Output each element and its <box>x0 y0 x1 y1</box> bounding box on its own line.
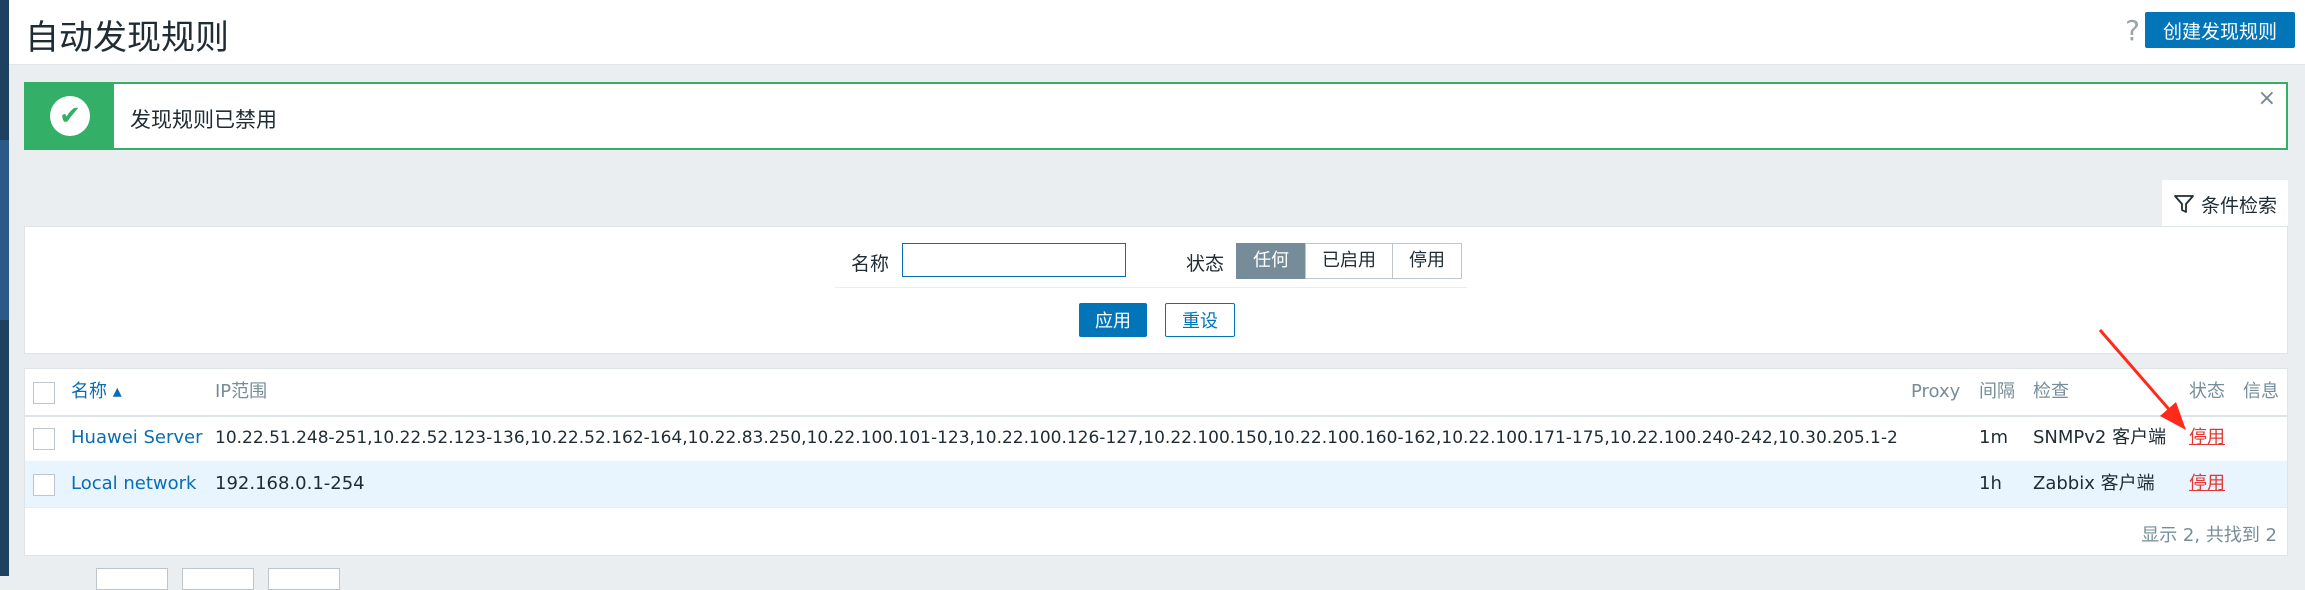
discovery-rules-table: 名称 ▴ IP范围 Proxy 间隔 检查 状态 信息 Huawei Serve… <box>24 368 2288 556</box>
close-icon[interactable]: × <box>2258 86 2276 111</box>
message-icon-box: ✔ <box>26 84 114 148</box>
help-icon[interactable]: ? <box>2125 14 2140 47</box>
rule-name-link[interactable]: Local network <box>71 461 196 507</box>
column-header-proxy: Proxy <box>1911 381 1961 402</box>
filter-tab-label: 条件检索 <box>2200 194 2277 217</box>
interval: 1m <box>1979 427 2008 448</box>
success-message: ✔ 发现规则已禁用 × <box>24 82 2288 150</box>
ip-range: 192.168.0.1-254 <box>215 473 365 494</box>
column-header-status: 状态 <box>2189 381 2225 402</box>
row-checkbox[interactable] <box>33 474 55 496</box>
column-header-checks: 检查 <box>2033 381 2069 402</box>
pagination-button[interactable] <box>96 568 168 590</box>
page-header: 自动发现规则 ? 创建发现规则 <box>9 0 2305 65</box>
table-footer-count: 显示 2, 共找到 2 <box>2141 525 2277 546</box>
filter-icon <box>2174 195 2194 213</box>
column-header-ip: IP范围 <box>215 381 268 402</box>
status-toggle-link[interactable]: 停用 <box>2189 461 2225 507</box>
column-header-interval: 间隔 <box>1979 381 2015 402</box>
select-all-checkbox[interactable] <box>33 382 55 404</box>
row-checkbox[interactable] <box>33 428 55 450</box>
page-title: 自动发现规则 <box>25 18 229 58</box>
table-row: Huawei Server 10.22.51.248-251,10.22.52.… <box>25 415 2287 462</box>
name-filter-input[interactable] <box>902 243 1126 277</box>
table-header-row: 名称 ▴ IP范围 Proxy 间隔 检查 状态 信息 <box>25 369 2287 417</box>
left-nav-highlight <box>0 140 9 320</box>
message-text: 发现规则已禁用 <box>130 108 277 132</box>
table-row: Local network 192.168.0.1-254 1h Zabbix … <box>25 461 2287 508</box>
pagination-button[interactable] <box>268 568 340 590</box>
rule-name-link[interactable]: Huawei Server <box>71 415 203 461</box>
filter-panel: 名称 状态 任何 已启用 停用 应用 重设 <box>24 226 2288 354</box>
create-discovery-rule-button[interactable]: 创建发现规则 <box>2144 12 2295 48</box>
column-header-info: 信息 <box>2243 381 2279 402</box>
checks: SNMPv2 客户端 <box>2033 427 2167 448</box>
status-label: 状态 <box>1186 253 1225 275</box>
status-option-any[interactable]: 任何 <box>1236 243 1306 279</box>
apply-button[interactable]: 应用 <box>1079 303 1147 337</box>
name-label: 名称 <box>851 253 890 275</box>
filter-tab[interactable]: 条件检索 <box>2162 180 2288 228</box>
filter-divider <box>835 287 1467 288</box>
pagination-button[interactable] <box>182 568 254 590</box>
checks: Zabbix 客户端 <box>2033 473 2155 494</box>
status-toggle-link[interactable]: 停用 <box>2189 415 2225 461</box>
status-segmented-control: 任何 已启用 停用 <box>1236 243 1462 279</box>
left-nav-strip <box>0 0 9 576</box>
check-icon: ✔ <box>50 96 90 136</box>
status-option-disabled[interactable]: 停用 <box>1392 243 1462 279</box>
interval: 1h <box>1979 473 2002 494</box>
column-header-name[interactable]: 名称 ▴ <box>71 369 122 415</box>
status-option-enabled[interactable]: 已启用 <box>1305 243 1393 279</box>
ip-range: 10.22.51.248-251,10.22.52.123-136,10.22.… <box>215 428 1898 448</box>
reset-button[interactable]: 重设 <box>1165 303 1235 337</box>
